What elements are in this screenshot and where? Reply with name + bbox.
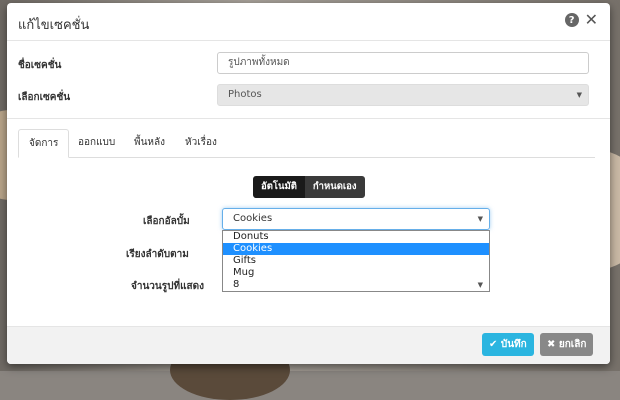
tab-bar: จัดการ ออกแบบ พื้นหลัง หัวเรื่อง — [18, 129, 595, 158]
count-select-value: 8 — [233, 279, 240, 290]
section-select-label: เลือกเซคชั่น — [18, 92, 71, 103]
check-icon: ✔ — [489, 339, 501, 350]
save-button-label: บันทึก — [500, 339, 527, 350]
section-select-value: Photos — [228, 89, 262, 100]
album-dropdown-list: Donuts Cookies Gifts Mug 8 ▼ — [222, 230, 490, 292]
tab-manage[interactable]: จัดการ — [18, 129, 70, 158]
album-option-donuts[interactable]: Donuts — [223, 231, 489, 243]
save-button[interactable]: ✔ บันทึก — [482, 333, 534, 356]
tab-background[interactable]: พื้นหลัง — [124, 129, 175, 157]
count-label: จำนวนรูปที่แสดง — [131, 281, 204, 292]
album-option-gifts[interactable]: Gifts — [223, 255, 489, 267]
cancel-button-label: ยกเลิก — [558, 339, 587, 350]
chevron-down-icon: ▼ — [477, 281, 483, 289]
album-option-cookies[interactable]: Cookies — [223, 243, 489, 255]
auto-mode-button[interactable]: อัตโนมัติ — [253, 176, 305, 198]
chevron-down-icon: ▼ — [477, 215, 483, 223]
close-icon: ✖ — [547, 339, 559, 350]
tab-design[interactable]: ออกแบบ — [68, 129, 125, 157]
album-select[interactable]: Cookies ▼ — [222, 208, 490, 230]
section-name-input[interactable]: รูปภาพทั้งหมด — [217, 52, 589, 74]
divider — [7, 118, 610, 119]
tab-heading[interactable]: หัวเรื่อง — [175, 129, 227, 157]
album-select-value: Cookies — [233, 213, 273, 224]
modal-title: แก้ไขเซคชั่น — [18, 18, 90, 33]
section-name-label: ชื่อเซคชั่น — [18, 60, 62, 71]
modal-footer: ✔ บันทึก ✖ ยกเลิก — [7, 326, 610, 364]
album-label: เลือกอัลบั้ม — [143, 216, 190, 227]
close-icon[interactable]: ✕ — [585, 12, 598, 28]
custom-mode-button[interactable]: กำหนดเอง — [304, 176, 365, 198]
mode-toggle: อัตโนมัติ กำหนดเอง — [253, 176, 365, 198]
help-icon[interactable]: ? — [564, 13, 579, 27]
album-option-mug[interactable]: Mug — [223, 267, 489, 279]
chevron-down-icon: ▼ — [576, 91, 582, 99]
edit-section-modal: แก้ไขเซคชั่น ? ✕ ชื่อเซคชั่น รูปภาพทั้งห… — [7, 3, 610, 364]
sort-label: เรียงลำดับตาม — [126, 249, 189, 260]
album-option-count[interactable]: 8 ▼ — [223, 279, 489, 291]
modal-header: แก้ไขเซคชั่น ? ✕ — [7, 3, 610, 41]
section-select[interactable]: Photos ▼ — [217, 84, 589, 106]
cancel-button[interactable]: ✖ ยกเลิก — [540, 333, 594, 356]
